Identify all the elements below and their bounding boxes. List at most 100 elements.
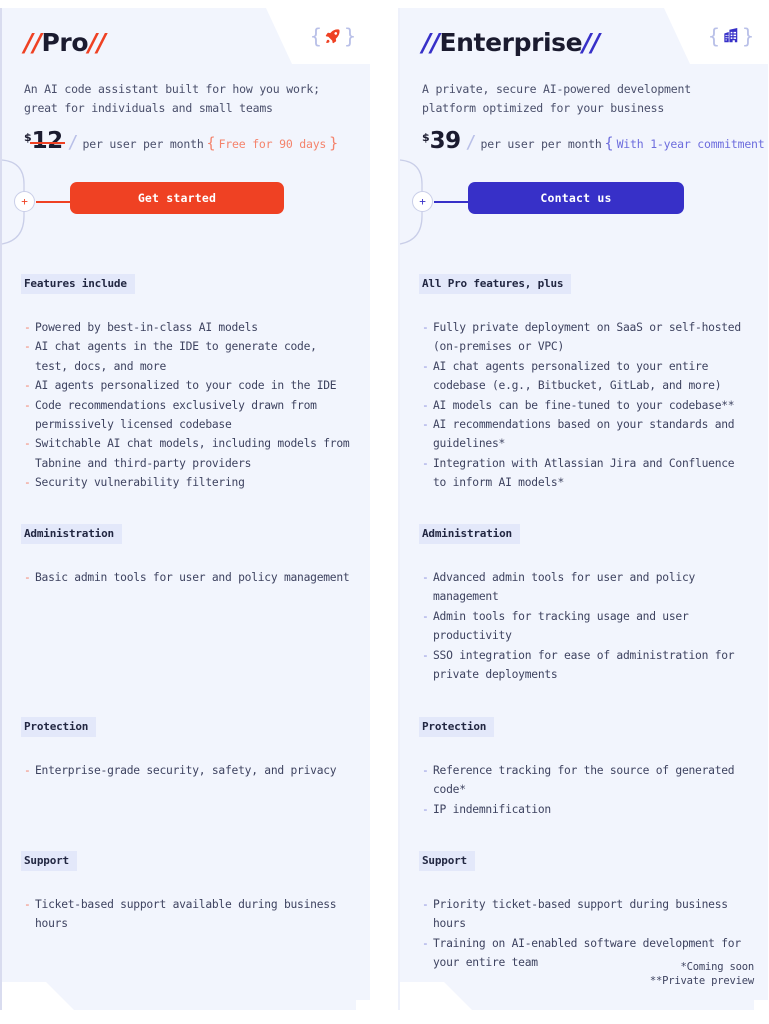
dash-bullet-icon: - <box>24 476 31 490</box>
feature-text: Integration with Atlassian Jira and Conf… <box>433 456 735 490</box>
brace-close: } <box>741 24 754 48</box>
dash-bullet-icon: - <box>422 418 429 432</box>
brace-close: } <box>343 24 356 48</box>
price-divider: / <box>465 132 477 153</box>
section-title: Support <box>419 851 475 871</box>
dash-bullet-icon: - <box>422 764 429 777</box>
plan-card-enterprise: //Enterprise// { } A private, secure AI-… <box>399 8 769 1010</box>
section-title: All Pro features, plus <box>419 274 572 294</box>
feature-text: Security vulnerability filtering <box>35 476 245 490</box>
list-item: - AI models can be fine-tuned to your cod… <box>422 396 752 415</box>
list-item: - Powered by best-in-class AI models <box>24 318 354 337</box>
plan-description-enterprise: A private, secure AI-powered development… <box>422 82 691 115</box>
section-features-enterprise: All Pro features, plus - Fully private de… <box>419 272 752 493</box>
connector-line <box>36 201 70 203</box>
pricing-page: //Pro// { } An AI code assistant built f… <box>0 0 769 1024</box>
list-item: - IP indemnification <box>422 800 752 819</box>
section-administration-pro: Administration - Basic admin tools for us… <box>21 522 354 587</box>
list-item: - Reference tracking for the source of ge… <box>422 761 752 800</box>
dash-bullet-icon: - <box>422 321 429 334</box>
dash-bullet-icon: - <box>24 398 31 412</box>
get-started-button[interactable]: Get started <box>70 182 284 214</box>
dash-bullet-icon: - <box>422 898 429 911</box>
price-period: per user per month <box>82 137 204 151</box>
list-item: - AI recommendations based on your standa… <box>422 415 752 454</box>
corner-notch-bottom-left <box>400 982 472 1010</box>
section-protection-enterprise: Protection - Reference tracking for the s… <box>419 715 752 819</box>
dash-bullet-icon: - <box>24 340 31 354</box>
title-slash-right: // <box>88 28 106 57</box>
feature-list: - Fully private deployment on SaaS or sel… <box>422 318 752 493</box>
section-title: Support <box>21 851 77 871</box>
plan-header-enterprise: //Enterprise// <box>422 28 748 57</box>
plus-icon[interactable]: + <box>412 191 433 212</box>
feature-text: Basic admin tools for user and policy ma… <box>35 571 350 584</box>
corner-notch-bottom-right <box>356 1000 370 1010</box>
feature-text: AI recommendations based on your standar… <box>433 418 735 451</box>
plan-description-pro: An AI code assistant built for how you w… <box>24 82 320 115</box>
contact-us-button[interactable]: Contact us <box>468 182 684 214</box>
title-slash-left: // <box>24 28 42 57</box>
plan-name: Enterprise <box>439 28 583 57</box>
feature-text: Ticket-based support available during bu… <box>35 898 337 931</box>
dash-bullet-icon: - <box>422 936 429 950</box>
list-item: - Switchable AI chat models, including mo… <box>24 434 354 473</box>
footnote-private-preview: **Private preview <box>649 975 754 987</box>
dash-bullet-icon: - <box>24 321 31 334</box>
currency-symbol: $ <box>422 131 430 144</box>
list-item: - Priority ticket-based support during bu… <box>422 895 752 934</box>
feature-list: - Reference tracking for the source of ge… <box>422 761 752 819</box>
dash-bullet-icon: - <box>422 359 429 373</box>
plan-icon-wrap-enterprise: { } <box>708 26 754 46</box>
feature-list: - Basic admin tools for user and policy m… <box>24 568 354 587</box>
plus-icon[interactable]: + <box>14 191 35 212</box>
building-icon <box>723 28 739 44</box>
list-item: - Integration with Atlassian Jira and Con… <box>422 454 752 493</box>
price-amount: 39 <box>429 128 462 154</box>
feature-text: Powered by best-in-class AI models <box>35 321 258 334</box>
dash-bullet-icon: - <box>24 437 31 451</box>
feature-list: - Powered by best-in-class AI models - AI … <box>24 318 354 493</box>
feature-text: AI agents personalized to your code in t… <box>35 379 337 393</box>
section-title: Protection <box>21 717 97 737</box>
dash-bullet-icon: - <box>422 456 429 470</box>
price-note: Free for 90 days <box>218 137 327 151</box>
dash-bullet-icon: - <box>24 571 31 584</box>
price-row-pro: $ 12 / per user per month { Free for 90 … <box>24 128 341 154</box>
price-amount: 12 <box>29 128 65 154</box>
title-slash-left: // <box>422 28 440 57</box>
page-title-enterprise: //Enterprise// <box>422 28 748 57</box>
feature-text: SSO integration for ease of administrati… <box>433 648 735 682</box>
plan-name: Pro <box>41 28 89 57</box>
section-administration-enterprise: Administration - Advanced admin tools for… <box>419 522 752 684</box>
section-title: Features include <box>21 274 135 294</box>
list-item: - Advanced admin tools for user and polic… <box>422 568 752 607</box>
page-title-pro: //Pro// <box>24 28 350 57</box>
plan-header-pro: //Pro// <box>24 28 350 57</box>
dash-bullet-icon: - <box>24 898 31 911</box>
feature-text: Advanced admin tools for user and policy… <box>433 571 696 604</box>
section-features-pro: Features include - Powered by best-in-cla… <box>21 272 354 493</box>
feature-text: Enterprise-grade security, safety, and p… <box>35 764 337 777</box>
section-support-pro: Support - Ticket-based support available … <box>21 849 354 934</box>
list-item: - Admin tools for tracking usage and user… <box>422 607 752 646</box>
dash-bullet-icon: - <box>24 379 31 393</box>
dash-bullet-icon: - <box>24 764 31 777</box>
price-row-enterprise: $ 39 / per user per month { With 1-year … <box>422 128 769 154</box>
price-divider: / <box>67 132 79 153</box>
corner-notch-bottom-left <box>2 982 74 1010</box>
list-item: - SSO integration for ease of administrat… <box>422 646 752 685</box>
feature-list: - Advanced admin tools for user and polic… <box>422 568 752 684</box>
list-item: - Security vulnerability filtering <box>24 473 354 492</box>
dash-bullet-icon: - <box>422 802 429 816</box>
section-support-enterprise: Support - Priority ticket-based support d… <box>419 849 752 973</box>
dash-bullet-icon: - <box>422 609 429 623</box>
list-item: - Enterprise-grade security, safety, and … <box>24 761 354 780</box>
price-note: With 1-year commitment <box>616 137 765 151</box>
feature-text: AI chat agents personalized to your enti… <box>433 359 722 393</box>
list-item: - Code recommendations exclusively drawn … <box>24 396 354 435</box>
corner-notch-bottom-right <box>754 1000 768 1010</box>
list-item: - Ticket-based support available during b… <box>24 895 354 934</box>
feature-text: Code recommendations exclusively drawn f… <box>35 398 317 432</box>
dash-bullet-icon: - <box>422 571 429 584</box>
